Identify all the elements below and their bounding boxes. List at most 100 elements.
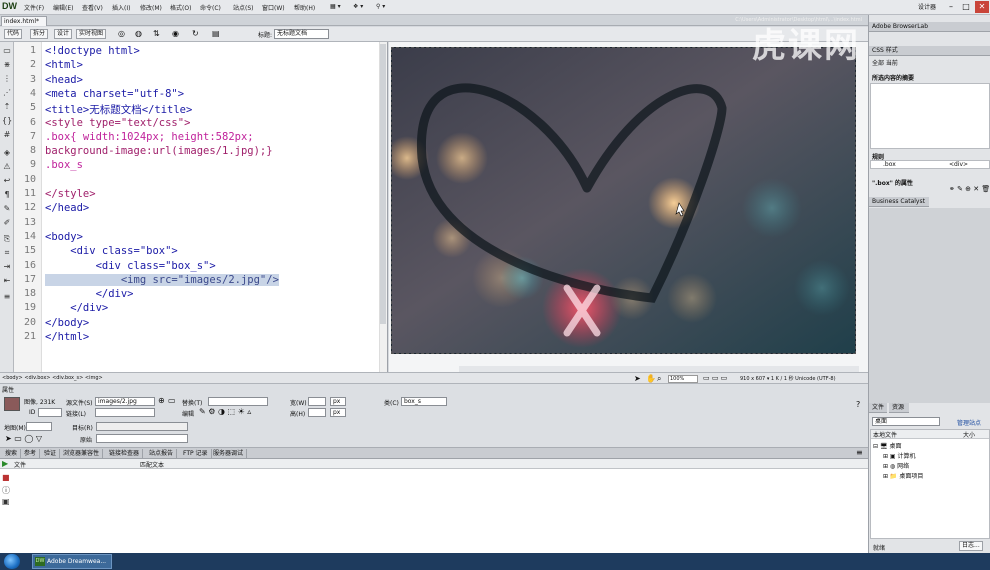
code-line[interactable]: </div> <box>45 302 108 314</box>
outdent-icon[interactable]: ⇤ <box>2 276 12 286</box>
tab-validation[interactable]: 验证 <box>41 449 61 459</box>
code-line[interactable]: <style type="text/css"> <box>45 117 190 129</box>
menu-modify[interactable]: 修改(M) <box>140 3 162 12</box>
zoom-icon[interactable]: ⌕ <box>657 374 661 384</box>
menu-format[interactable]: 格式(O) <box>170 3 191 12</box>
extend-icon[interactable]: ❖ ▾ <box>353 3 363 10</box>
zoom-select[interactable]: 100% <box>668 375 698 383</box>
layout-icon[interactable]: ▦ ▾ <box>330 3 341 10</box>
title-input[interactable]: 无标题文档 <box>274 29 329 39</box>
design-view-button[interactable]: 设计 <box>54 29 73 39</box>
code-line[interactable]: background-image:url(images/1.jpg);} <box>45 145 273 157</box>
rendered-image[interactable] <box>391 47 856 354</box>
help-icon[interactable]: ? <box>856 400 860 409</box>
code-line[interactable]: .box_s <box>45 159 83 171</box>
local-files-column[interactable]: 本地文件 <box>873 430 897 439</box>
code-line[interactable]: </div> <box>45 288 134 300</box>
code-line[interactable]: <div class="box"> <box>45 245 177 257</box>
indent-icon[interactable]: ⇥ <box>2 262 12 272</box>
tab-reference[interactable]: 参考 <box>21 449 41 459</box>
minimize-button[interactable]: – <box>944 1 958 13</box>
height-input[interactable] <box>308 408 326 417</box>
live-view-button[interactable]: 实时视图 <box>76 29 107 39</box>
collapse-tag-icon[interactable]: ⋇ <box>2 60 12 70</box>
width-unit[interactable]: px <box>330 397 346 406</box>
window-size-icons[interactable]: ▭ ▭ ▭ <box>703 374 727 382</box>
point-to-file-icon[interactable]: ⊕ <box>158 396 165 405</box>
wrap-tag-icon[interactable]: ⎘ <box>2 234 12 244</box>
id-input[interactable] <box>38 408 62 417</box>
select-parent-tag-icon[interactable]: ⇡ <box>2 102 12 112</box>
balance-braces-icon[interactable]: {} <box>2 116 12 126</box>
tab-index-html[interactable]: index.html* <box>1 16 47 26</box>
close-button[interactable]: ✕ <box>975 1 989 13</box>
menu-insert[interactable]: 插入(I) <box>112 3 130 12</box>
code-line[interactable]: .box{ width:1024px; height:582px; <box>45 131 254 143</box>
save-report-icon[interactable]: ▣ <box>2 497 10 506</box>
hidden-chars-icon[interactable]: ¶ <box>2 190 12 200</box>
target-select[interactable] <box>96 422 188 431</box>
code-line[interactable]: <title>无标题文档</title> <box>45 102 192 117</box>
line-numbers-icon[interactable]: # <box>2 130 12 140</box>
code-line[interactable]: <!doctype html> <box>45 45 140 57</box>
alt-input[interactable] <box>208 397 268 406</box>
code-line[interactable]: </body> <box>45 317 89 329</box>
format-source-icon[interactable]: ≡ <box>2 292 12 302</box>
menu-window[interactable]: 窗口(W) <box>262 3 285 12</box>
assets-tab[interactable]: 资源 <box>889 403 909 413</box>
menu-site[interactable]: 站点(S) <box>233 3 254 12</box>
tree-item-network[interactable]: ⊞ ◍ 网络 <box>883 461 909 470</box>
business-catalyst-tab[interactable]: Business Catalyst <box>869 197 929 207</box>
code-line[interactable]: <img src="images/2.jpg"/> <box>45 273 279 286</box>
code-line[interactable]: <body> <box>45 231 83 243</box>
apply-comment-icon[interactable]: ✎ <box>2 204 12 214</box>
class-select[interactable]: box_s <box>401 397 447 406</box>
tree-item-desktop[interactable]: ⊟ 🖥 桌面 <box>873 441 901 450</box>
code-line[interactable]: <html> <box>45 59 83 71</box>
info-icon[interactable]: ⓘ <box>2 485 10 496</box>
height-unit[interactable]: px <box>330 408 346 417</box>
snippets-icon[interactable]: ⌗ <box>2 248 12 258</box>
menu-help[interactable]: 帮助(H) <box>294 3 315 12</box>
workspace-switcher[interactable]: 设计器 <box>918 2 936 11</box>
start-button[interactable] <box>4 554 20 569</box>
play-icon[interactable]: ▶ <box>2 459 8 468</box>
view-options-icon[interactable]: ▤ <box>212 29 220 38</box>
highlight-invalid-icon[interactable]: ◈ <box>2 148 12 158</box>
code-line[interactable]: </head> <box>45 202 89 214</box>
split-view-button[interactable]: 拆分 <box>30 29 49 39</box>
files-tab[interactable]: 文件 <box>869 403 887 413</box>
remove-comment-icon[interactable]: ✐ <box>2 218 12 228</box>
code-view-button[interactable]: 代码 <box>4 29 23 39</box>
file-management-icon[interactable]: ⇅ <box>153 29 160 38</box>
code-line[interactable]: </html> <box>45 331 89 343</box>
person-icon[interactable]: ⚲ ▾ <box>376 3 385 10</box>
results-col-match[interactable]: 匹配文本 <box>140 460 164 469</box>
code-editor[interactable]: 1 <!doctype html> 2 <html> 3 <head> 4 <meta cha… <box>14 42 388 372</box>
browse-folder-icon[interactable]: ▭ <box>168 396 176 405</box>
link-input[interactable] <box>95 408 155 417</box>
tab-ftp-log[interactable]: FTP 记录 <box>180 449 212 459</box>
pointer-icon[interactable]: ➤ <box>634 374 641 383</box>
src-input[interactable]: images/2.jpg <box>95 397 155 406</box>
log-button[interactable]: 日志... <box>959 541 983 551</box>
hand-icon[interactable]: ✋ <box>646 374 656 383</box>
css-panel-buttons[interactable]: ⚭ ✎ ⊕ ✕ 🗑 <box>949 185 990 193</box>
code-line[interactable]: <div class="box_s"> <box>45 260 216 272</box>
code-line[interactable]: <head> <box>45 74 83 86</box>
site-select[interactable]: 桌面 <box>872 417 940 426</box>
hotspot-tools-icons[interactable]: ➤ ▭ ◯ ▽ <box>5 434 42 443</box>
original-input[interactable] <box>96 434 188 443</box>
tab-site-reports[interactable]: 站点报告 <box>146 449 178 459</box>
refresh-icon[interactable]: ↻ <box>192 29 199 38</box>
rule-row[interactable]: .box <div> <box>870 160 990 169</box>
maximize-button[interactable]: □ <box>959 1 973 13</box>
menu-view[interactable]: 查看(V) <box>82 3 103 12</box>
tree-item-desktop-items[interactable]: ⊞ 📁 桌面项目 <box>883 471 923 480</box>
stop-icon[interactable]: ■ <box>2 473 10 482</box>
menu-file[interactable]: 文件(F) <box>24 3 44 12</box>
menu-edit[interactable]: 编辑(E) <box>53 3 73 12</box>
word-wrap-icon[interactable]: ↩ <box>2 176 12 186</box>
preview-icon[interactable]: ◉ <box>172 29 179 38</box>
code-line[interactable]: <meta charset="utf-8"> <box>45 88 184 100</box>
